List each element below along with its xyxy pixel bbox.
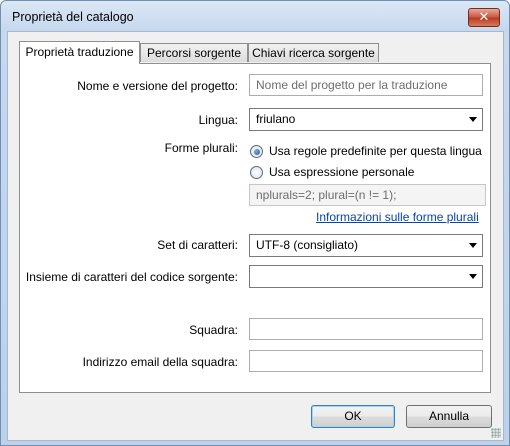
plural-expression-input[interactable]: nplurals=2; plural=(n != 1); (249, 184, 486, 206)
charset-value: UTF-8 (consigliato) (256, 238, 359, 252)
tab-source-paths[interactable]: Percorsi sorgente (140, 43, 248, 62)
language-label: Lingua: (198, 113, 238, 127)
close-icon: ✕ (478, 9, 490, 24)
close-button[interactable]: ✕ (468, 8, 500, 27)
plural-info-link[interactable]: Informazioni sulle forme plurali (316, 210, 479, 224)
chevron-down-icon (469, 274, 477, 279)
dialog-window: Proprietà del catalogo ✕ Proprietà tradu… (0, 0, 510, 446)
tab-panel: Nome e versione del progetto: Nome del p… (19, 63, 491, 393)
team-input[interactable] (249, 318, 483, 340)
tab-source-keywords[interactable]: Chiavi ricerca sorgente (248, 43, 379, 62)
project-name-input[interactable]: Nome del progetto per la traduzione (249, 74, 483, 96)
plural-expression-value: nplurals=2; plural=(n != 1); (256, 188, 397, 202)
chevron-down-icon (469, 243, 477, 248)
project-label: Nome e versione del progetto: (77, 79, 238, 93)
language-value: friulano (256, 112, 296, 126)
title-bar[interactable]: Proprietà del catalogo ✕ (1, 1, 509, 31)
tab-label: Proprietà traduzione (25, 45, 134, 59)
cancel-button[interactable]: Annulla (406, 405, 492, 428)
team-email-input[interactable] (249, 350, 483, 372)
plural-forms-label: Forme plurali: (164, 141, 238, 155)
charset-combo[interactable]: UTF-8 (consigliato) (249, 234, 483, 257)
ok-label: OK (344, 409, 362, 423)
resize-grip[interactable] (491, 428, 501, 438)
language-combo[interactable]: friulano (249, 108, 483, 131)
plural-default-radio[interactable] (250, 145, 263, 158)
plural-custom-radio[interactable] (250, 166, 263, 179)
team-email-label: Indirizzo email della squadra: (82, 355, 238, 369)
chevron-down-icon (469, 117, 477, 122)
charset-label: Set di caratteri: (157, 238, 238, 252)
tab-label: Percorsi sorgente (146, 46, 242, 60)
window-title: Proprietà del catalogo (12, 10, 134, 24)
cancel-label: Annulla (428, 409, 470, 423)
source-charset-label: Insieme di caratteri del codice sorgente… (25, 270, 238, 284)
project-name-placeholder: Nome del progetto per la traduzione (256, 78, 448, 92)
plural-custom-label[interactable]: Usa espressione personale (269, 165, 414, 179)
team-label: Squadra: (189, 323, 238, 337)
plural-default-label[interactable]: Usa regole predefinite per questa lingua (269, 144, 482, 158)
ok-button[interactable]: OK (311, 405, 395, 428)
tab-label: Chiavi ricerca sorgente (252, 46, 375, 60)
dialog-body: Proprietà traduzione Percorsi sorgente C… (7, 31, 504, 441)
source-charset-combo[interactable] (249, 265, 483, 288)
tab-translation-properties[interactable]: Proprietà traduzione (19, 41, 140, 64)
